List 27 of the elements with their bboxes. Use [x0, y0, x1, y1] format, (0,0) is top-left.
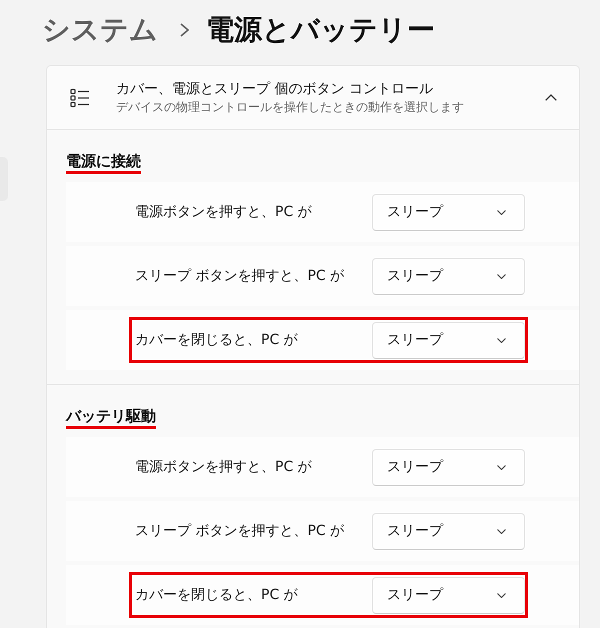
- group-heading: 電源に接続: [66, 152, 141, 174]
- setting-label: スリープ ボタンを押すと、PC が: [135, 522, 344, 540]
- section-title: カバー、電源とスリープ 個のボタン コントロール: [116, 80, 434, 98]
- dropdown[interactable]: スリープ: [372, 322, 525, 358]
- dropdown[interactable]: スリープ: [372, 448, 525, 486]
- chevron-up-icon: [545, 94, 557, 101]
- list-icon: [70, 88, 90, 108]
- dropdown[interactable]: スリープ: [372, 194, 525, 230]
- dropdown[interactable]: スリープ: [372, 258, 525, 294]
- setting-label: 電源ボタンを押すと、PC が: [135, 202, 312, 222]
- chevron-down-icon: [497, 528, 506, 534]
- section-description: デバイスの物理コントロールを操作したときの動作を選択します: [116, 98, 465, 116]
- chevron-down-icon: [497, 210, 506, 214]
- dropdown[interactable]: スリープ: [372, 512, 525, 550]
- dropdown[interactable]: スリープ: [372, 576, 525, 614]
- chevron-down-icon: [497, 274, 506, 278]
- setting-label: カバーを閉じると、PC が: [135, 586, 298, 604]
- setting-label: 電源ボタンを押すと、PC が: [135, 458, 312, 476]
- setting-label: カバーを閉じると、PC が: [135, 330, 298, 350]
- group-heading: バッテリ駆動: [66, 407, 156, 429]
- setting-label: スリープ ボタンを押すと、PC が: [135, 266, 344, 286]
- chevron-down-icon: [497, 464, 506, 470]
- chevron-down-icon: [497, 592, 506, 598]
- chevron-right-icon: [180, 23, 189, 37]
- page-title: 電源とバッテリー: [206, 12, 435, 48]
- chevron-down-icon: [497, 338, 506, 342]
- breadcrumb-parent-link[interactable]: システム: [42, 8, 158, 52]
